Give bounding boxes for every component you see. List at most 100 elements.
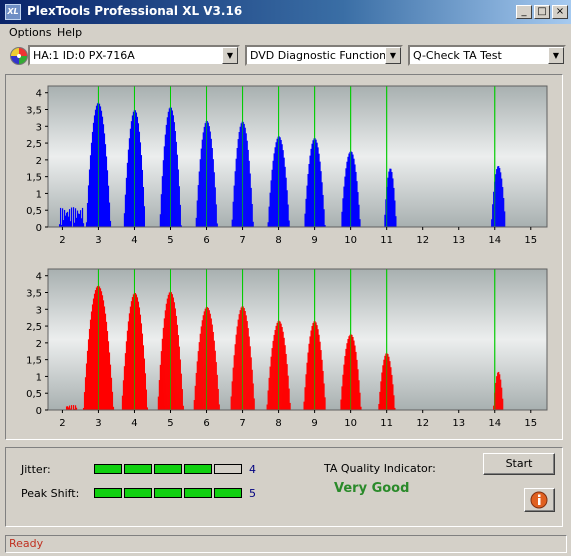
- y-tick-label: 1,5: [26, 173, 42, 184]
- meter-segment: [214, 464, 242, 474]
- x-tick-label: 12: [416, 418, 429, 429]
- x-tick-label: 5: [167, 418, 173, 429]
- minimize-button[interactable]: _: [516, 5, 532, 19]
- menu-help[interactable]: Help: [57, 26, 82, 39]
- y-tick-label: 3,5: [26, 289, 42, 300]
- chart-bar: [323, 209, 325, 227]
- x-tick-label: 11: [380, 235, 393, 246]
- charts-svg: 00,511,522,533,542 3 4 5 6 7 8 9 10 11 12 13 14 15 00…: [26, 85, 548, 429]
- disc-icon: [10, 47, 28, 65]
- x-tick-label: 12: [416, 235, 429, 246]
- x-tick-label: 2: [59, 418, 65, 429]
- chart-bar: [502, 398, 504, 410]
- chart-bar: [288, 220, 290, 227]
- chart-bar: [324, 397, 326, 410]
- meter-segment: [154, 488, 182, 498]
- close-button[interactable]: ×: [552, 5, 568, 19]
- maximize-button[interactable]: □: [534, 5, 550, 19]
- y-tick-label: 4: [36, 89, 42, 100]
- test-select[interactable]: Q-Check TA Test ▼: [408, 45, 566, 66]
- chevron-down-icon[interactable]: ▼: [548, 47, 564, 64]
- chart-bar: [70, 405, 73, 410]
- y-tick-label: 1: [36, 189, 42, 200]
- chevron-down-icon[interactable]: ▼: [385, 47, 401, 64]
- start-button[interactable]: Start: [483, 453, 555, 475]
- x-tick-label: 4: [131, 235, 137, 246]
- ta-quality-value: Very Good: [334, 481, 410, 496]
- x-tick-label: 15: [524, 418, 537, 429]
- info-icon: [530, 491, 548, 509]
- x-tick-label: 15: [524, 235, 537, 246]
- menu-options[interactable]: Options: [9, 26, 51, 39]
- info-button[interactable]: [524, 488, 555, 512]
- meter-segment: [184, 464, 212, 474]
- y-tick-label: 3: [36, 305, 42, 316]
- x-tick-label: 6: [203, 418, 209, 429]
- chart-bar: [145, 389, 148, 410]
- y-tick-label: 1: [36, 372, 42, 383]
- chart-panel: 0 0,5 1 1,5 2 2,5 3 3,5 4 2 3 4 5 6 7 8 9 10 11 12 13 14 15 00…: [5, 74, 563, 440]
- window-title: PlexTools Professional XL V3.16: [27, 4, 243, 18]
- chart-bar: [59, 207, 62, 227]
- drive-select[interactable]: HA:1 ID:0 PX-716A ▼: [28, 45, 240, 66]
- y-tick-label: 0,5: [26, 206, 42, 217]
- y-tick-label: 4: [36, 272, 42, 283]
- x-tick-label: 9: [311, 418, 317, 429]
- function-select[interactable]: DVD Diagnostic Functions ▼: [245, 45, 403, 66]
- toolbar: HA:1 ID:0 PX-716A ▼ DVD Diagnostic Funct…: [0, 43, 571, 71]
- y-tick-label: 2,5: [26, 139, 42, 150]
- y-tick-label: 3,5: [26, 106, 42, 117]
- meter-segment: [94, 488, 122, 498]
- plot-area: [47, 85, 548, 228]
- chart-bar: [143, 206, 146, 227]
- chart-bar: [252, 221, 254, 227]
- x-tick-label: 13: [452, 235, 465, 246]
- x-tick-label: 7: [239, 418, 245, 429]
- chart-bar: [289, 402, 291, 410]
- top-chart: 0 0,5 1 1,5 2 2,5 3 3,5 4 2 3 4 5 6 7 8 9 10 11 12 13 14 15: [26, 85, 548, 246]
- function-value: DVD Diagnostic Functions: [250, 49, 392, 62]
- ta-quality-label: TA Quality Indicator:: [324, 462, 436, 475]
- meter-segment: [214, 488, 242, 498]
- x-tick-label: 10: [344, 235, 357, 246]
- chart-bar: [70, 207, 73, 227]
- meter-segment: [124, 488, 152, 498]
- y-tick-label: 2: [36, 156, 42, 167]
- results-panel: Jitter: 4 Peak Shift: 5 TA Quality Indic…: [5, 447, 563, 527]
- x-tick-label: 11: [380, 418, 393, 429]
- x-tick-label: 14: [488, 235, 501, 246]
- chevron-down-icon[interactable]: ▼: [222, 47, 238, 64]
- x-tick-label: 8: [275, 235, 281, 246]
- x-tick-label: 14: [488, 418, 501, 429]
- meter-segment: [94, 464, 122, 474]
- x-tick-label: 8: [275, 418, 281, 429]
- x-tick-label: 6: [203, 235, 209, 246]
- x-tick-label: 4: [131, 418, 137, 429]
- y-tick-label: 0,5: [26, 389, 42, 400]
- jitter-value: 4: [249, 463, 256, 476]
- chart-bar: [253, 398, 255, 410]
- y-tick-label: 0: [36, 223, 42, 234]
- x-tick-label: 3: [95, 235, 101, 246]
- meter-segment: [154, 464, 182, 474]
- chart-bar: [182, 405, 184, 410]
- y-tick-label: 2,5: [26, 322, 42, 333]
- chart-bar: [109, 220, 112, 227]
- y-tick-label: 2: [36, 339, 42, 350]
- x-tick-label: 2: [59, 235, 65, 246]
- drive-value: HA:1 ID:0 PX-716A: [33, 49, 135, 62]
- x-tick-label: 10: [344, 418, 357, 429]
- x-tick-label: 7: [239, 235, 245, 246]
- peak-shift-value: 5: [249, 487, 256, 500]
- chart-bar: [179, 204, 181, 227]
- x-tick-label: 5: [167, 235, 173, 246]
- meter-segment: [124, 464, 152, 474]
- x-tick-label: 13: [452, 418, 465, 429]
- jitter-label: Jitter:: [21, 463, 51, 476]
- bottom-chart: 0 0,5 1 1,5 2 2,5 3 3,5 4 2 3 4 5 6 7 8 9 10 11 12 13 14 15: [26, 268, 548, 429]
- chart-bar: [82, 223, 85, 227]
- status-bar: Ready: [5, 535, 567, 553]
- peak-shift-label: Peak Shift:: [21, 487, 80, 500]
- x-tick-label: 3: [95, 418, 101, 429]
- test-value: Q-Check TA Test: [413, 49, 502, 62]
